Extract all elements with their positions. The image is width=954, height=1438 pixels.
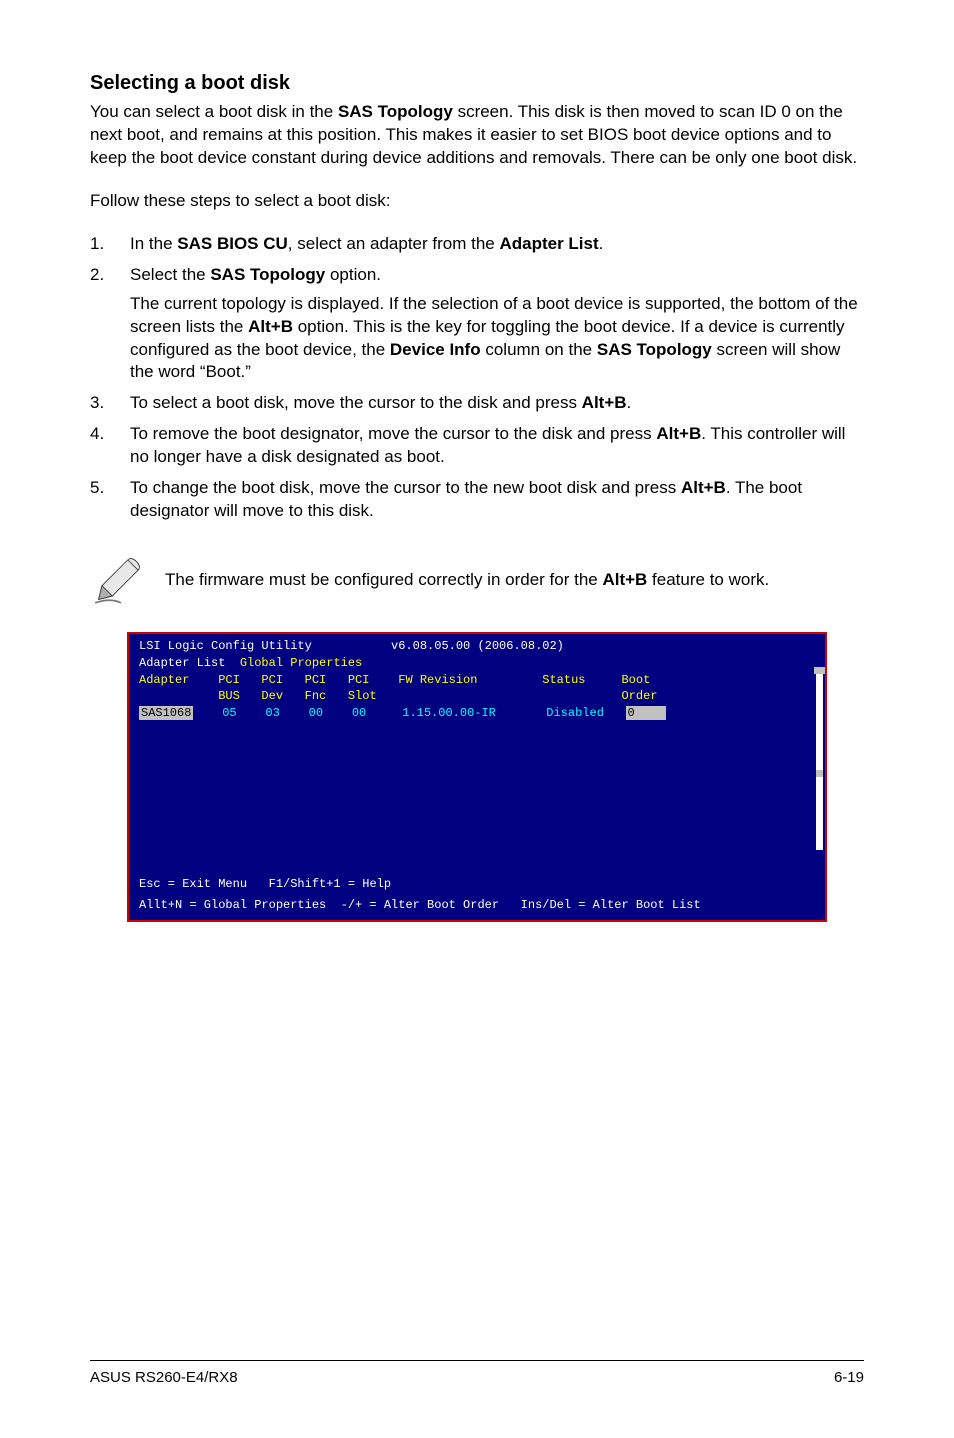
- note-row: The firmware must be configured correctl…: [90, 553, 864, 608]
- scrollbar-top-icon: [814, 667, 825, 674]
- bold: Adapter List: [499, 234, 598, 253]
- text: Select the: [130, 265, 210, 284]
- bios-boot-order-cell: 0: [626, 706, 666, 720]
- bold: SAS BIOS CU: [177, 234, 288, 253]
- bold: Alt+B: [656, 424, 701, 443]
- text: To select a boot disk, move the cursor t…: [130, 393, 582, 412]
- page-footer: ASUS RS260-E4/RX8 6-19: [90, 1360, 864, 1386]
- step-number: 3.: [90, 392, 130, 415]
- step-number: 2.: [90, 264, 130, 385]
- text: In the: [130, 234, 177, 253]
- text: feature to work.: [647, 570, 769, 589]
- step-5: 5. To change the boot disk, move the cur…: [90, 477, 864, 523]
- text: option.: [325, 265, 381, 284]
- intro-bold-1: SAS Topology: [338, 102, 453, 121]
- pencil-note-icon: [90, 553, 145, 608]
- bold: Device Info: [390, 340, 481, 359]
- text: .: [599, 234, 604, 253]
- bios-empty-area: [139, 722, 819, 872]
- text: , select an adapter from the: [288, 234, 500, 253]
- bold: Alt+B: [681, 478, 726, 497]
- bios-data-row: SAS1068 05 03 00 00 1.15.00.00-IR Disabl…: [139, 705, 819, 722]
- bios-screen: LSI Logic Config Utility v6.08.05.00 (20…: [127, 632, 827, 922]
- step-number: 5.: [90, 477, 130, 523]
- text: .: [627, 393, 632, 412]
- step-number: 1.: [90, 233, 130, 256]
- bios-column-header-1: Adapter PCI PCI PCI PCI FW Revision Stat…: [139, 672, 819, 689]
- footer-left: ASUS RS260-E4/RX8: [90, 1369, 238, 1386]
- bold: Alt+B: [248, 317, 293, 336]
- steps-list: 1. In the SAS BIOS CU, select an adapter…: [90, 233, 864, 523]
- follow-paragraph: Follow these steps to select a boot disk…: [90, 190, 864, 213]
- bold: SAS Topology: [597, 340, 712, 359]
- bios-row-values: 05 03 00 00 1.15.00.00-IR Disabled: [193, 706, 625, 720]
- bios-menu-adapter-list: Adapter List: [139, 656, 240, 670]
- text: To remove the boot designator, move the …: [130, 424, 656, 443]
- step-subparagraph: The current topology is displayed. If th…: [130, 293, 864, 385]
- text: column on the: [481, 340, 597, 359]
- bios-title: LSI Logic Config Utility v6.08.05.00 (20…: [139, 638, 819, 655]
- step-4: 4. To remove the boot designator, move t…: [90, 423, 864, 469]
- text: To change the boot disk, move the cursor…: [130, 478, 681, 497]
- bold: SAS Topology: [210, 265, 325, 284]
- step-3: 3. To select a boot disk, move the curso…: [90, 392, 864, 415]
- step-content: To remove the boot designator, move the …: [130, 423, 864, 469]
- bios-adapter-cell: SAS1068: [139, 706, 193, 720]
- note-text: The firmware must be configured correctl…: [165, 569, 769, 592]
- bios-footer-2: Allt+N = Global Properties -/+ = Alter B…: [139, 897, 819, 914]
- bold: Alt+B: [582, 393, 627, 412]
- bios-screenshot-wrap: LSI Logic Config Utility v6.08.05.00 (20…: [90, 632, 864, 922]
- bios-footer-1: Esc = Exit Menu F1/Shift+1 = Help: [139, 876, 819, 893]
- bios-menu: Adapter List Global Properties: [139, 655, 819, 672]
- step-content: To select a boot disk, move the cursor t…: [130, 392, 864, 415]
- bios-column-header-2: BUS Dev Fnc Slot Order: [139, 688, 819, 705]
- footer-right: 6-19: [834, 1369, 864, 1386]
- intro-text-1: You can select a boot disk in the: [90, 102, 338, 121]
- step-content: In the SAS BIOS CU, select an adapter fr…: [130, 233, 864, 256]
- step-2: 2. Select the SAS Topology option. The c…: [90, 264, 864, 385]
- step-1: 1. In the SAS BIOS CU, select an adapter…: [90, 233, 864, 256]
- bios-menu-global-properties: Global Properties: [240, 656, 362, 670]
- section-heading: Selecting a boot disk: [90, 72, 864, 95]
- step-content: To change the boot disk, move the cursor…: [130, 477, 864, 523]
- step-content: Select the SAS Topology option. The curr…: [130, 264, 864, 385]
- intro-paragraph: You can select a boot disk in the SAS To…: [90, 101, 864, 170]
- text: The firmware must be configured correctl…: [165, 570, 602, 589]
- step-number: 4.: [90, 423, 130, 469]
- bold: Alt+B: [602, 570, 647, 589]
